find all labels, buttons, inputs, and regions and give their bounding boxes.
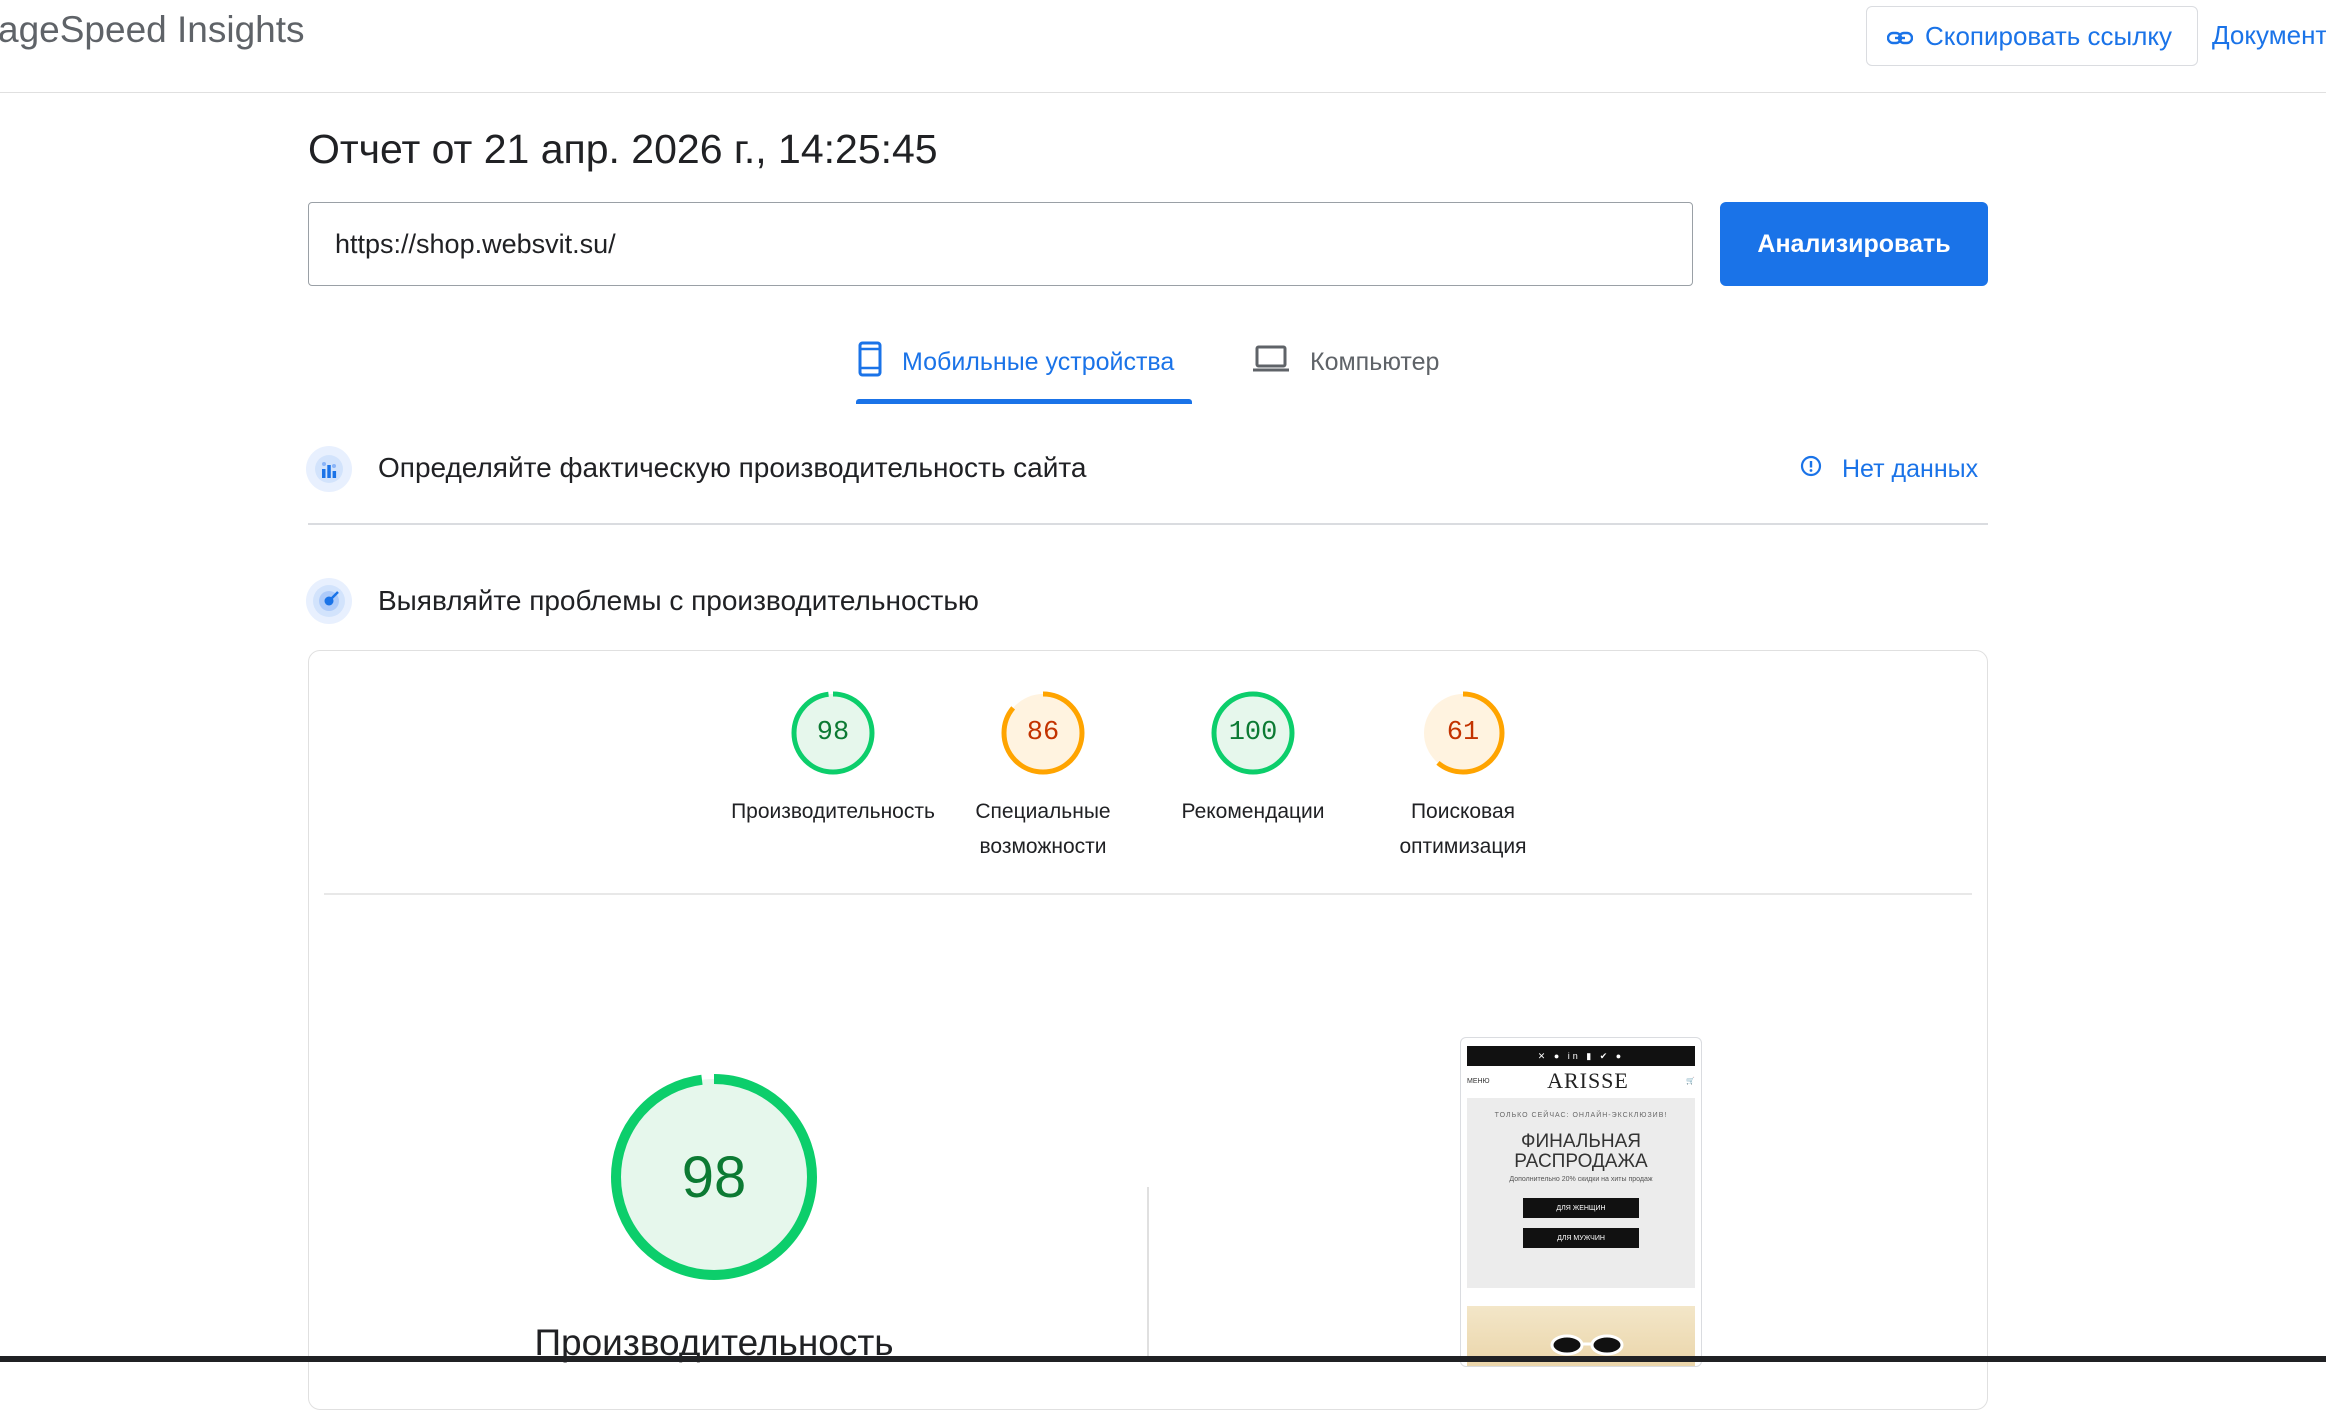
score-label: Специальные возможности: [975, 800, 1111, 858]
hero-men-button: ДЛЯ МУЖЧИН: [1523, 1228, 1639, 1248]
docs-link[interactable]: Документ: [2212, 20, 2326, 51]
card-divider: [324, 893, 1972, 895]
score-accessibility[interactable]: 86 Специальные возможности: [938, 690, 1148, 864]
hero-women-button: ДЛЯ ЖЕНЩИН: [1523, 1198, 1639, 1218]
page-screenshot: ✕ ● in ▮ ✔ ● МЕНЮ ARISSE 🛒 ТОЛЬКО СЕЙЧАС…: [1460, 1037, 1702, 1367]
field-data-title: Определяйте фактическую производительнос…: [378, 452, 1087, 483]
menu-label: МЕНЮ: [1467, 1077, 1490, 1085]
analyze-button[interactable]: Анализировать: [1720, 202, 1988, 286]
tab-desktop[interactable]: Компьютер: [1252, 340, 1439, 384]
app-title[interactable]: ageSpeed Insights: [0, 9, 305, 51]
info-icon: [1800, 455, 1822, 484]
score-value: 86: [1026, 718, 1060, 748]
hero-banner: ТОЛЬКО СЕЙЧАС: ОНЛАЙН-ЭКСКЛЮЗИВ! ФИНАЛЬН…: [1467, 1098, 1695, 1288]
score-value: 61: [1446, 718, 1480, 748]
link-icon: [1886, 21, 1914, 52]
score-seo[interactable]: 61 Поисковая оптимизация: [1358, 690, 1568, 864]
score-gauge: 100: [1210, 690, 1296, 776]
smartphone-icon: [858, 341, 882, 384]
score-gauge: 61: [1420, 690, 1506, 776]
hero-subtitle: Дополнительно 20% скидки на хиты продаж: [1509, 1176, 1653, 1183]
report-title: Отчет от 21 апр. 2026 г., 14:25:45: [308, 126, 938, 172]
copy-link-label: Скопировать ссылку: [1925, 20, 2173, 51]
tab-mobile[interactable]: Мобильные устройства: [858, 340, 1174, 384]
score-label: Производительность: [731, 800, 935, 823]
bottom-edge: [0, 1356, 2326, 1362]
score-value: 98: [816, 718, 850, 748]
active-tab-indicator: [856, 399, 1192, 404]
no-data-indicator[interactable]: Нет данных: [1800, 455, 1978, 484]
score-label: Рекомендации: [1181, 800, 1325, 823]
copy-link-button[interactable]: Скопировать ссылку: [1866, 6, 2198, 66]
lab-data-title: Выявляйте проблемы с производительностью: [378, 585, 979, 616]
hero-kicker: ТОЛЬКО СЕЙЧАС: ОНЛАЙН-ЭКСКЛЮЗИВ!: [1494, 1112, 1668, 1119]
hero-title: ФИНАЛЬНАЯ РАСПРОДАЖА: [1514, 1131, 1648, 1172]
no-data-label: Нет данных: [1842, 455, 1979, 483]
tab-mobile-label: Мобильные устройства: [902, 347, 1175, 376]
score-gauge: 86: [1000, 690, 1086, 776]
site-logo: ARISSE: [1547, 1068, 1629, 1093]
cart-icon: 🛒: [1686, 1078, 1695, 1085]
score-value: 100: [1228, 718, 1278, 748]
tab-desktop-label: Компьютер: [1310, 347, 1440, 376]
sunglasses-image: [1550, 1334, 1624, 1356]
performance-score-value: 98: [681, 1144, 747, 1210]
vertical-divider: [1147, 1187, 1149, 1362]
score-best-practices[interactable]: 100 Рекомендации: [1148, 690, 1358, 829]
section-divider: [308, 523, 1988, 525]
score-label: Поисковая оптимизация: [1399, 800, 1527, 858]
lighthouse-icon: [306, 578, 352, 624]
users-chart-icon: [306, 446, 352, 492]
laptop-icon: [1252, 345, 1290, 380]
site-nav: МЕНЮ ARISSE 🛒: [1467, 1068, 1695, 1094]
score-gauge: 98: [790, 690, 876, 776]
score-performance[interactable]: 98 Производительность: [728, 690, 938, 829]
url-input[interactable]: [308, 202, 1693, 286]
social-icons-strip: ✕ ● in ▮ ✔ ●: [1467, 1046, 1695, 1066]
